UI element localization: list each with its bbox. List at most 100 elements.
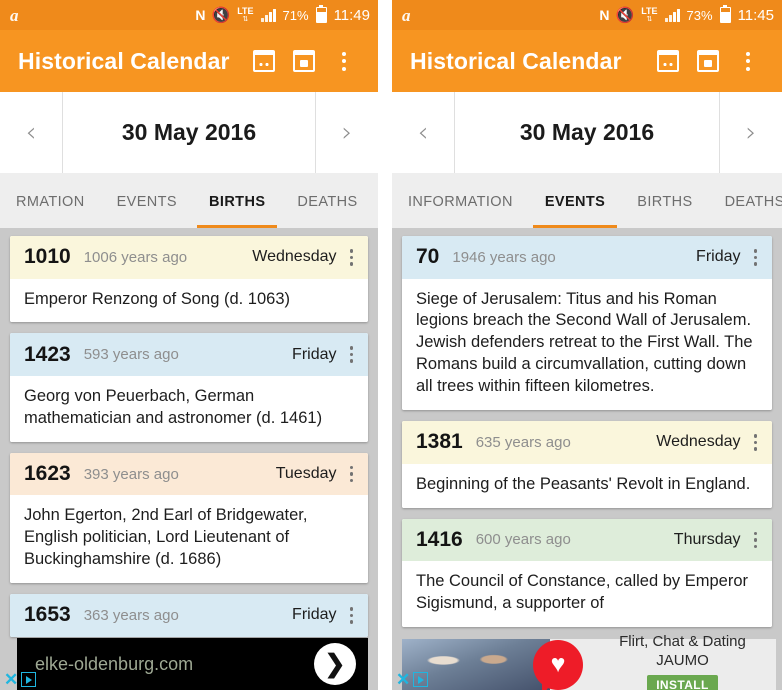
tab-deaths[interactable]: DEATHS <box>281 176 373 228</box>
nfc-icon: N <box>195 7 205 23</box>
dual-screenshot-composite: a N 🔇 LTE ⇅ 71% 11:49 Historical Calenda… <box>0 0 782 690</box>
battery-icon <box>719 5 731 23</box>
right-ad-banner[interactable]: ♥ Flirt, Chat & Dating JAUMO INSTALL ✕ <box>392 635 782 690</box>
card-weekday: Tuesday <box>275 465 337 483</box>
current-date-label[interactable]: 30 May 2016 <box>62 92 316 173</box>
right-date-navigator: ‹ 30 May 2016 › <box>392 92 782 173</box>
card-year: 1623 <box>24 462 71 486</box>
left-app-toolbar: Historical Calendar <box>0 30 378 92</box>
event-card[interactable]: 1010 1006 years ago Wednesday Emperor Renzo… <box>10 236 368 323</box>
card-overflow-menu-icon[interactable] <box>745 528 767 553</box>
ad-url-label: elke-oldenburg.com <box>35 653 194 674</box>
amazon-icon: a <box>402 5 411 25</box>
current-date-label[interactable]: 30 May 2016 <box>454 92 720 173</box>
ad-install-button[interactable]: INSTALL <box>647 674 718 690</box>
calendar-today-icon[interactable] <box>688 39 728 83</box>
card-body-text: Emperor Renzong of Song (d. 1063) <box>10 278 368 323</box>
card-year: 1653 <box>24 603 71 627</box>
adchoices-icon[interactable] <box>413 672 429 687</box>
card-overflow-menu-icon[interactable] <box>341 245 363 270</box>
card-header: 70 1946 years ago Friday <box>402 236 772 279</box>
adchoices-icon[interactable] <box>21 672 37 687</box>
previous-day-button[interactable]: ‹ <box>0 92 62 173</box>
card-header: 1416 600 years ago Thursday <box>402 518 772 562</box>
card-header: 1010 1006 years ago Wednesday <box>10 236 368 279</box>
nfc-icon: N <box>599 7 609 23</box>
battery-percent-label: 73% <box>686 7 713 23</box>
tab-events[interactable]: EVENTS <box>101 176 193 228</box>
status-clock: 11:45 <box>737 6 774 24</box>
card-body-text: Georg von Peuerbach, German mathematicia… <box>10 375 368 442</box>
app-title: Historical Calendar <box>410 47 622 74</box>
mute-icon: 🔇 <box>615 7 635 24</box>
card-overflow-menu-icon[interactable] <box>745 245 767 270</box>
card-header: 1381 635 years ago Wednesday <box>402 421 772 464</box>
ad-close-icon[interactable]: ✕ <box>4 671 18 688</box>
card-body-text: The Council of Constance, called by Empe… <box>402 561 772 627</box>
card-body-text: John Egerton, 2nd Earl of Bridgewater, E… <box>10 495 368 584</box>
card-overflow-menu-icon[interactable] <box>745 430 767 455</box>
card-years-ago: 363 years ago <box>83 606 179 624</box>
card-header: 1423 593 years ago Friday <box>10 333 368 376</box>
tab-rmation[interactable]: RMATION <box>0 176 101 228</box>
left-tab-strip[interactable]: RMATIONEVENTSBIRTHSDEATHSHOLIDAY <box>0 173 378 228</box>
card-overflow-menu-icon[interactable] <box>341 342 363 367</box>
previous-day-button[interactable]: ‹ <box>392 92 454 173</box>
right-app-toolbar: Historical Calendar <box>392 30 782 92</box>
tab-events[interactable]: EVENTS <box>529 176 621 228</box>
left-date-navigator: ‹ 30 May 2016 › <box>0 92 378 173</box>
card-year: 1010 <box>24 245 71 269</box>
card-overflow-menu-icon[interactable] <box>341 462 363 487</box>
right-events-list: 70 1946 years ago Friday Siege of Jerusalem… <box>392 228 782 690</box>
event-card[interactable]: 1416 600 years ago Thursday The Council of … <box>402 518 772 627</box>
amazon-icon: a <box>10 5 19 25</box>
heart-icon: ♥ <box>533 639 583 690</box>
ad-close-icon[interactable]: ✕ <box>396 671 410 688</box>
tab-births[interactable]: BIRTHS <box>193 176 281 228</box>
right-tab-strip[interactable]: INFORMATIONEVENTSBIRTHSDEATHSH <box>392 173 782 228</box>
card-weekday: Wednesday <box>656 433 741 451</box>
left-ad-banner[interactable]: elke-oldenburg.com ❯ ✕ <box>0 635 378 690</box>
next-day-button[interactable]: › <box>720 92 782 173</box>
calendar-today-icon[interactable] <box>284 39 324 83</box>
event-card[interactable]: 1623 393 years ago Tuesday John Egerton, 2n… <box>10 452 368 584</box>
card-years-ago: 1946 years ago <box>452 248 556 266</box>
event-card[interactable]: 1423 593 years ago Friday Georg von Peuerba… <box>10 333 368 442</box>
ad-brand: JAUMO <box>656 652 709 669</box>
next-day-button[interactable]: › <box>316 92 378 173</box>
ad-go-arrow-icon[interactable]: ❯ <box>314 643 356 685</box>
calendar-agenda-icon[interactable] <box>648 39 688 83</box>
overflow-menu-icon[interactable] <box>324 39 364 83</box>
calendar-agenda-icon[interactable] <box>244 39 284 83</box>
left-phone-screen: a N 🔇 LTE ⇅ 71% 11:49 Historical Calenda… <box>0 0 378 690</box>
ad-headline: Flirt, Chat & Dating <box>619 635 746 651</box>
card-weekday: Thursday <box>673 530 741 548</box>
event-card[interactable]: 1381 635 years ago Wednesday Beginning of t… <box>402 421 772 508</box>
card-year: 1381 <box>416 430 463 454</box>
card-overflow-menu-icon[interactable] <box>341 603 363 628</box>
left-status-bar: a N 🔇 LTE ⇅ 71% 11:49 <box>0 0 378 30</box>
card-body-text: Beginning of the Peasants' Revolt in Eng… <box>402 463 772 508</box>
card-header: 1623 393 years ago Tuesday <box>10 452 368 496</box>
battery-icon <box>315 5 327 23</box>
event-card[interactable]: 70 1946 years ago Friday Siege of Jerusalem… <box>402 236 772 411</box>
overflow-menu-icon[interactable] <box>728 39 768 83</box>
event-card[interactable]: 1653 363 years ago Friday <box>10 594 368 637</box>
card-weekday: Friday <box>292 345 337 363</box>
tab-births[interactable]: BIRTHS <box>621 176 708 228</box>
network-type-icon: LTE ⇅ <box>237 6 254 24</box>
mute-icon: 🔇 <box>211 7 231 24</box>
tab-information[interactable]: INFORMATION <box>392 176 529 228</box>
card-years-ago: 600 years ago <box>475 531 571 549</box>
card-body-text: Siege of Jerusalem: Titus and his Roman … <box>402 278 772 411</box>
card-weekday: Wednesday <box>252 248 337 266</box>
card-years-ago: 1006 years ago <box>83 248 188 266</box>
card-year: 1416 <box>416 527 463 551</box>
card-weekday: Friday <box>696 248 741 266</box>
status-clock: 11:49 <box>333 6 370 24</box>
tab-deaths[interactable]: DEATHS <box>709 176 782 228</box>
network-type-icon: LTE ⇅ <box>641 6 658 24</box>
tab-holiday[interactable]: HOLIDAY <box>374 176 378 228</box>
signal-strength-icon <box>260 8 276 22</box>
ad-copy: Flirt, Chat & Dating JAUMO INSTALL <box>583 635 776 690</box>
